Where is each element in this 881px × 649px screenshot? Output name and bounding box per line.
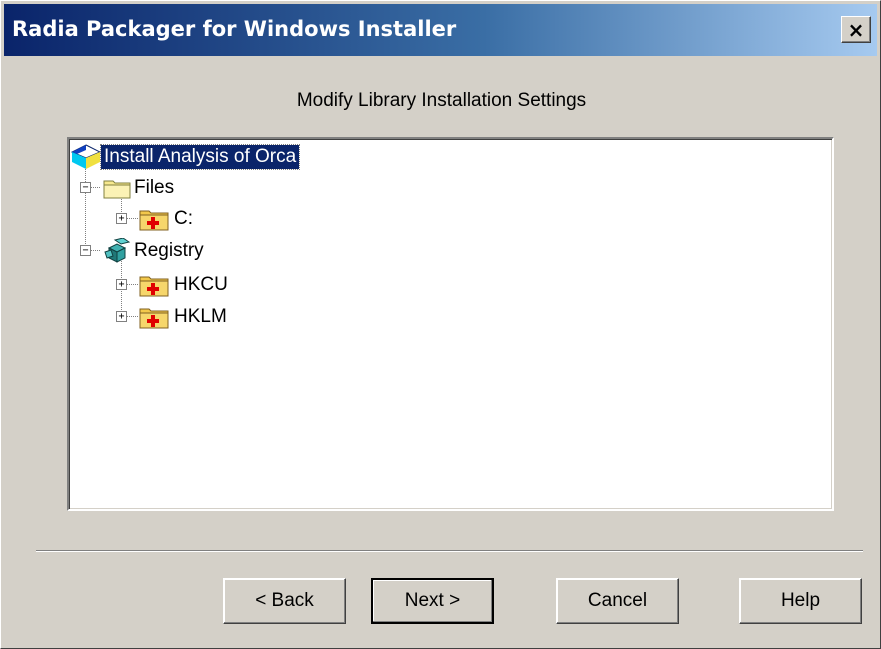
- folder-add-icon: [139, 308, 169, 329]
- tree-root-label: Install Analysis of Orca: [99, 144, 301, 170]
- tree-node-hklm[interactable]: HKLM: [139, 303, 230, 331]
- page-heading: Modify Library Installation Settings: [296, 90, 587, 111]
- help-button[interactable]: Help: [739, 578, 862, 624]
- cancel-button-label: Cancel: [587, 590, 648, 611]
- files-collapse-toggle[interactable]: −: [80, 182, 91, 193]
- registry-icon: [104, 238, 131, 263]
- files-label: Files: [134, 177, 175, 198]
- registry-collapse-toggle[interactable]: −: [80, 245, 91, 256]
- back-button[interactable]: < Back: [223, 578, 346, 624]
- tree-node-registry[interactable]: Registry: [103, 237, 207, 265]
- c-drive-expand-toggle[interactable]: +: [116, 213, 127, 224]
- next-button-label: Next >: [404, 590, 461, 611]
- next-button[interactable]: Next >: [371, 578, 494, 624]
- help-button-label: Help: [780, 590, 821, 611]
- separator-line: [36, 550, 863, 552]
- back-button-label: < Back: [255, 590, 314, 611]
- hklm-label: HKLM: [174, 306, 227, 327]
- tree-node-c-drive[interactable]: C:: [139, 205, 196, 233]
- window-title: Radia Packager for Windows Installer: [12, 17, 457, 41]
- folder-add-icon: [139, 210, 169, 231]
- title-bar[interactable]: Radia Packager for Windows Installer ×: [4, 4, 877, 56]
- registry-label: Registry: [134, 240, 204, 261]
- hkcu-label: HKCU: [174, 274, 228, 295]
- dialog-window: Radia Packager for Windows Installer × M…: [0, 0, 881, 649]
- folder-add-icon: [139, 276, 169, 297]
- tree-node-files[interactable]: Files: [103, 174, 177, 202]
- tree-node-hkcu[interactable]: HKCU: [139, 271, 231, 299]
- tree-view[interactable]: Install Analysis of Orca − Files + C: −: [67, 137, 834, 511]
- close-icon: ×: [847, 17, 865, 42]
- install-analysis-icon: [71, 144, 101, 169]
- hklm-expand-toggle[interactable]: +: [116, 311, 127, 322]
- c-drive-label: C:: [174, 208, 193, 229]
- hkcu-expand-toggle[interactable]: +: [116, 279, 127, 290]
- close-button[interactable]: ×: [841, 16, 871, 43]
- cancel-button[interactable]: Cancel: [556, 578, 679, 624]
- folder-icon: [103, 180, 131, 199]
- tree-root-node[interactable]: Install Analysis of Orca: [71, 143, 301, 171]
